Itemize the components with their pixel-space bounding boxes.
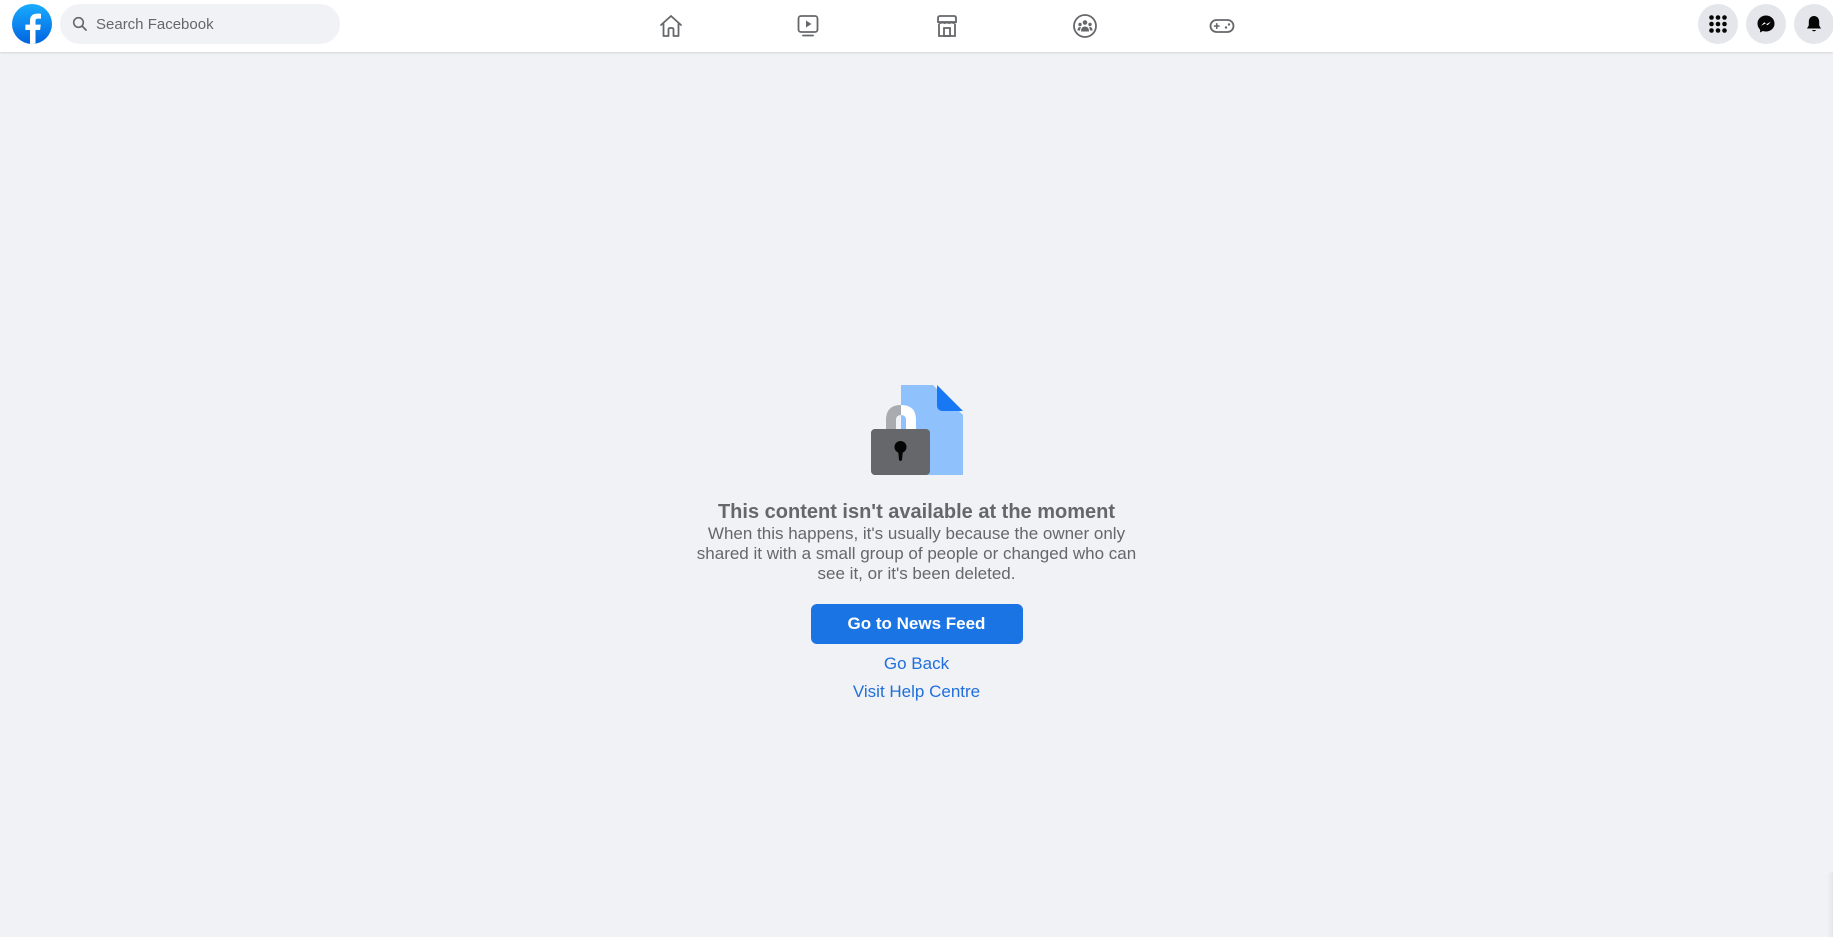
messenger-button[interactable]	[1746, 4, 1786, 44]
chat-panel-edge	[1827, 872, 1833, 937]
search-icon	[72, 16, 87, 31]
search-input[interactable]	[96, 15, 316, 33]
menu-button[interactable]	[1698, 4, 1738, 44]
content-unavailable-panel: This content isn't available at the mome…	[0, 385, 1833, 706]
go-to-news-feed-button[interactable]: Go to News Feed	[810, 604, 1023, 644]
video-icon	[797, 15, 819, 37]
page-description: When this happens, it's usually because …	[696, 524, 1137, 583]
page-title: This content isn't available at the mome…	[717, 501, 1116, 523]
search-bar[interactable]	[60, 4, 340, 44]
main-content-area: This content isn't available at the mome…	[0, 52, 1833, 937]
nav-tab-marketplace[interactable]	[891, 0, 1003, 52]
home-icon	[660, 15, 682, 37]
gaming-icon	[1209, 19, 1235, 33]
nav-tab-gaming[interactable]	[1166, 0, 1278, 52]
nav-tab-groups[interactable]	[1029, 0, 1141, 52]
go-back-link[interactable]: Go Back	[884, 650, 949, 678]
locked-content-icon	[870, 385, 963, 475]
top-navigation-bar	[0, 0, 1833, 52]
bell-icon	[1807, 16, 1821, 32]
marketplace-icon	[937, 15, 957, 37]
grid-menu-icon	[1709, 15, 1727, 33]
facebook-logo-icon[interactable]	[12, 4, 52, 44]
nav-tab-home[interactable]	[615, 0, 727, 52]
nav-tab-watch[interactable]	[752, 0, 864, 52]
groups-icon	[1073, 14, 1097, 38]
notifications-button[interactable]	[1794, 4, 1833, 44]
visit-help-centre-link[interactable]: Visit Help Centre	[853, 678, 980, 706]
messenger-icon	[1757, 15, 1775, 33]
